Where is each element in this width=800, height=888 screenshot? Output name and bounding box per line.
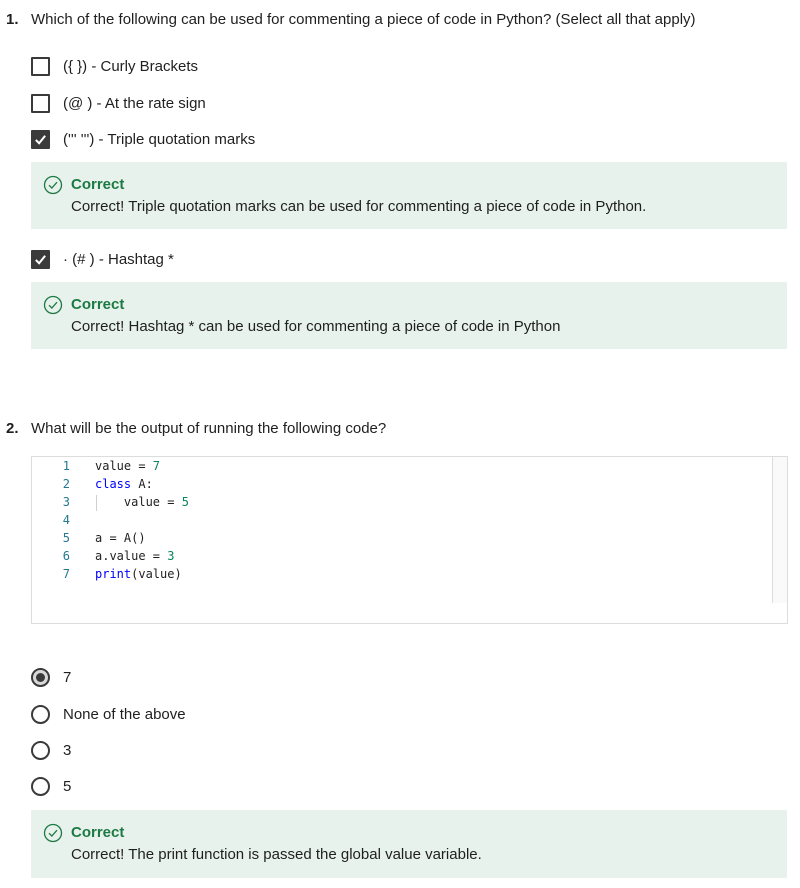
code-text: a = A(): [95, 531, 146, 545]
line-number: 5: [62, 531, 70, 545]
check-circle-icon: [43, 295, 63, 315]
code-text: class A:: [95, 477, 153, 491]
code-line: 2 class A:: [32, 477, 153, 495]
code-editor[interactable]: 1 value = 7 2 class A: 3 value = 5 4 5 a…: [31, 456, 788, 604]
option-label: None of the above: [63, 705, 186, 723]
option-label: 7: [63, 668, 72, 686]
check-icon: [35, 134, 46, 145]
code-line: 4: [32, 513, 70, 531]
radio[interactable]: [31, 776, 50, 796]
option-label: ({ }) - Curly Brackets: [63, 57, 199, 75]
q1-option-curly-brackets[interactable]: ({ }) - Curly Brackets: [31, 56, 198, 76]
line-number: 2: [62, 477, 70, 491]
line-number: 3: [62, 495, 70, 509]
editor-scrollbar[interactable]: [772, 457, 787, 603]
q2-option-none[interactable]: None of the above: [31, 704, 186, 724]
option-label: 3: [63, 741, 72, 759]
feedback-title: Correct: [71, 176, 125, 193]
code-line: 5 a = A(): [32, 531, 146, 549]
line-number: 6: [62, 549, 70, 563]
feedback-correct: Correct Correct! Hashtag * can be used f…: [31, 282, 787, 349]
q2-option-5[interactable]: 5: [31, 776, 71, 796]
line-number: 1: [62, 459, 70, 473]
line-number: 4: [62, 513, 70, 527]
option-label: 5: [63, 777, 72, 795]
feedback-correct: Correct Correct! Triple quotation marks …: [31, 162, 787, 229]
q1-option-at-sign[interactable]: (@ ) - At the rate sign: [31, 93, 206, 113]
checkbox-checked[interactable]: [31, 249, 50, 269]
option-label: (''' ''') - Triple quotation marks: [63, 130, 256, 148]
question-text: Which of the following can be used for c…: [31, 11, 696, 28]
radio-selected[interactable]: [31, 667, 50, 687]
q1-option-triple-quotes[interactable]: (''' ''') - Triple quotation marks: [31, 129, 255, 149]
checkbox[interactable]: [31, 56, 50, 76]
option-label: (@ ) - At the rate sign: [63, 94, 206, 112]
check-circle-icon: [43, 175, 63, 195]
code-text: value = 5: [95, 495, 189, 509]
feedback-title: Correct: [71, 824, 125, 841]
feedback-message: Correct! The print function is passed th…: [71, 846, 482, 863]
feedback-message: Correct! Triple quotation marks can be u…: [71, 198, 647, 215]
line-number: 7: [62, 567, 70, 581]
question-number: 1.: [6, 11, 19, 28]
option-label: · (# ) - Hashtag *: [63, 250, 174, 268]
feedback-message: Correct! Hashtag * can be used for comme…: [71, 318, 561, 335]
check-icon: [35, 254, 46, 265]
q1-option-hashtag[interactable]: · (# ) - Hashtag *: [31, 249, 174, 269]
code-text: value = 7: [95, 459, 161, 473]
editor-footer: [31, 603, 788, 624]
code-line: 6 a.value = 3: [32, 549, 175, 567]
feedback-correct: Correct Correct! The print function is p…: [31, 810, 787, 878]
checkbox[interactable]: [31, 93, 50, 113]
question-number: 2.: [6, 420, 19, 437]
code-line: 3 value = 5: [32, 495, 189, 513]
q2-option-7[interactable]: 7: [31, 667, 71, 687]
q2-option-3[interactable]: 3: [31, 740, 71, 760]
code-line: 1 value = 7: [32, 459, 160, 477]
checkbox-checked[interactable]: [31, 129, 50, 149]
feedback-title: Correct: [71, 296, 125, 313]
radio[interactable]: [31, 740, 50, 760]
code-text: a.value = 3: [95, 549, 175, 563]
question-text: What will be the output of running the f…: [31, 420, 387, 437]
radio[interactable]: [31, 704, 50, 724]
code-text: print(value): [95, 567, 182, 581]
code-line: 7 print(value): [32, 567, 182, 585]
check-circle-icon: [43, 823, 63, 843]
